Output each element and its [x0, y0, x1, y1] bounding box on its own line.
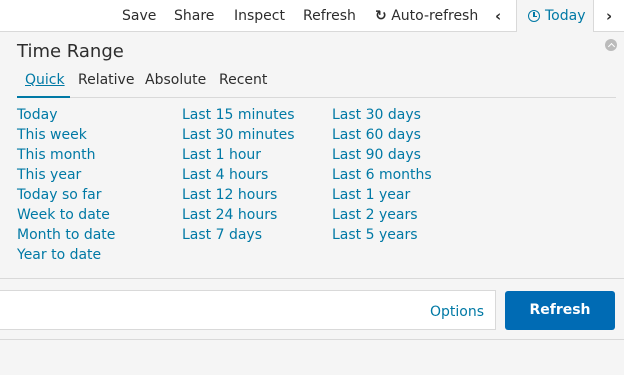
- divider: [0, 339, 624, 340]
- active-tab-indicator: [17, 96, 70, 98]
- query-bar: Options: [0, 290, 496, 330]
- refresh-button[interactable]: Refresh: [505, 291, 615, 330]
- quick-option[interactable]: Year to date: [17, 245, 115, 265]
- chevron-left-icon[interactable]: ‹: [495, 0, 501, 32]
- options-button[interactable]: Options: [430, 291, 484, 333]
- quick-option[interactable]: Last 12 hours: [182, 185, 295, 205]
- panel-title: Time Range: [17, 41, 124, 62]
- quick-option[interactable]: Last 15 minutes: [182, 105, 295, 125]
- quick-option[interactable]: Last 90 days: [332, 145, 432, 165]
- quick-option[interactable]: Last 5 years: [332, 225, 432, 245]
- quick-option[interactable]: This year: [17, 165, 115, 185]
- quick-option[interactable]: Last 7 days: [182, 225, 295, 245]
- chevron-right-icon[interactable]: ›: [606, 0, 612, 32]
- share-button[interactable]: Share: [174, 0, 214, 32]
- quick-option[interactable]: Last 4 hours: [182, 165, 295, 185]
- quick-option[interactable]: Today: [17, 105, 115, 125]
- quick-option[interactable]: Last 30 days: [332, 105, 432, 125]
- tab-relative[interactable]: Relative: [78, 69, 134, 98]
- quick-option[interactable]: Last 1 hour: [182, 145, 295, 165]
- quick-option[interactable]: Week to date: [17, 205, 115, 225]
- tab-recent[interactable]: Recent: [219, 69, 267, 98]
- quick-option[interactable]: Last 60 days: [332, 125, 432, 145]
- clock-icon: [528, 10, 540, 22]
- tab-absolute[interactable]: Absolute: [145, 69, 206, 98]
- quick-option[interactable]: This month: [17, 145, 115, 165]
- auto-refresh-label: Auto-refresh: [391, 8, 479, 24]
- time-range-tabs: Quick Relative Absolute Recent: [17, 69, 616, 98]
- quick-option[interactable]: Month to date: [17, 225, 115, 245]
- quick-column-short-ranges: Last 15 minutes Last 30 minutes Last 1 h…: [182, 105, 295, 245]
- time-picker-label: Today: [545, 8, 586, 24]
- time-picker-toggle[interactable]: Today: [516, 0, 594, 33]
- quick-option[interactable]: Last 2 years: [332, 205, 432, 225]
- quick-option[interactable]: This week: [17, 125, 115, 145]
- save-button[interactable]: Save: [122, 0, 156, 32]
- top-toolbar: Save Share Inspect Refresh ↻ Auto-refres…: [0, 0, 624, 33]
- quick-option[interactable]: Last 30 minutes: [182, 125, 295, 145]
- auto-refresh-button[interactable]: ↻ Auto-refresh: [375, 0, 478, 32]
- refresh-link[interactable]: Refresh: [303, 0, 356, 32]
- quick-option[interactable]: Last 1 year: [332, 185, 432, 205]
- inspect-button[interactable]: Inspect: [234, 0, 285, 32]
- quick-column-long-ranges: Last 30 days Last 60 days Last 90 days L…: [332, 105, 432, 245]
- quick-option[interactable]: Last 6 months: [332, 165, 432, 185]
- time-range-panel: Time Range Quick Relative Absolute Recen…: [0, 32, 624, 279]
- quick-option[interactable]: Today so far: [17, 185, 115, 205]
- quick-option[interactable]: Last 24 hours: [182, 205, 295, 225]
- refresh-cycle-icon: ↻: [375, 8, 387, 24]
- quick-column-commonly-used: Today This week This month This year Tod…: [17, 105, 115, 265]
- tab-quick[interactable]: Quick: [25, 69, 65, 98]
- collapse-icon[interactable]: [605, 39, 617, 51]
